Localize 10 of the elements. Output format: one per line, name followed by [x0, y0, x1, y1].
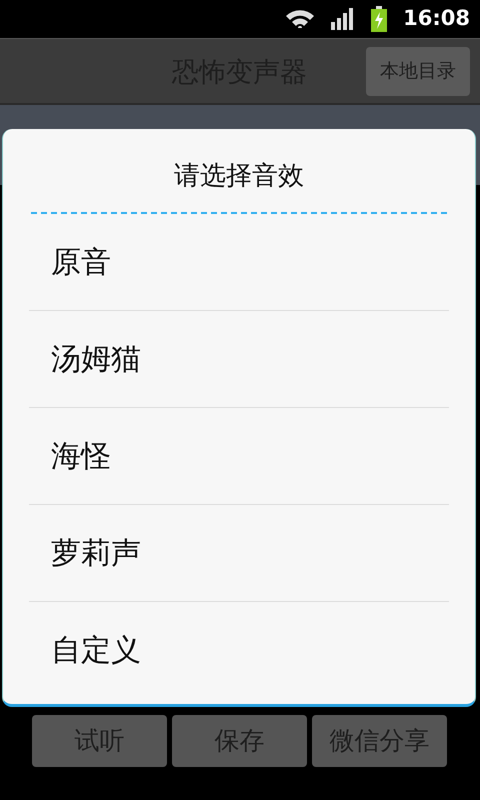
- dialog-title: 请选择音效: [173, 160, 305, 193]
- effect-option[interactable]: 萝莉声: [29, 505, 449, 602]
- signal-icon: [331, 8, 356, 30]
- effect-option[interactable]: 自定义: [29, 602, 449, 699]
- effect-option[interactable]: 海怪: [29, 408, 449, 505]
- status-time: 16:08: [403, 5, 470, 32]
- effect-option[interactable]: 原音: [29, 214, 449, 311]
- wifi-icon: [285, 8, 316, 30]
- battery-icon: [371, 6, 388, 32]
- effect-option[interactable]: 汤姆猫: [29, 311, 449, 408]
